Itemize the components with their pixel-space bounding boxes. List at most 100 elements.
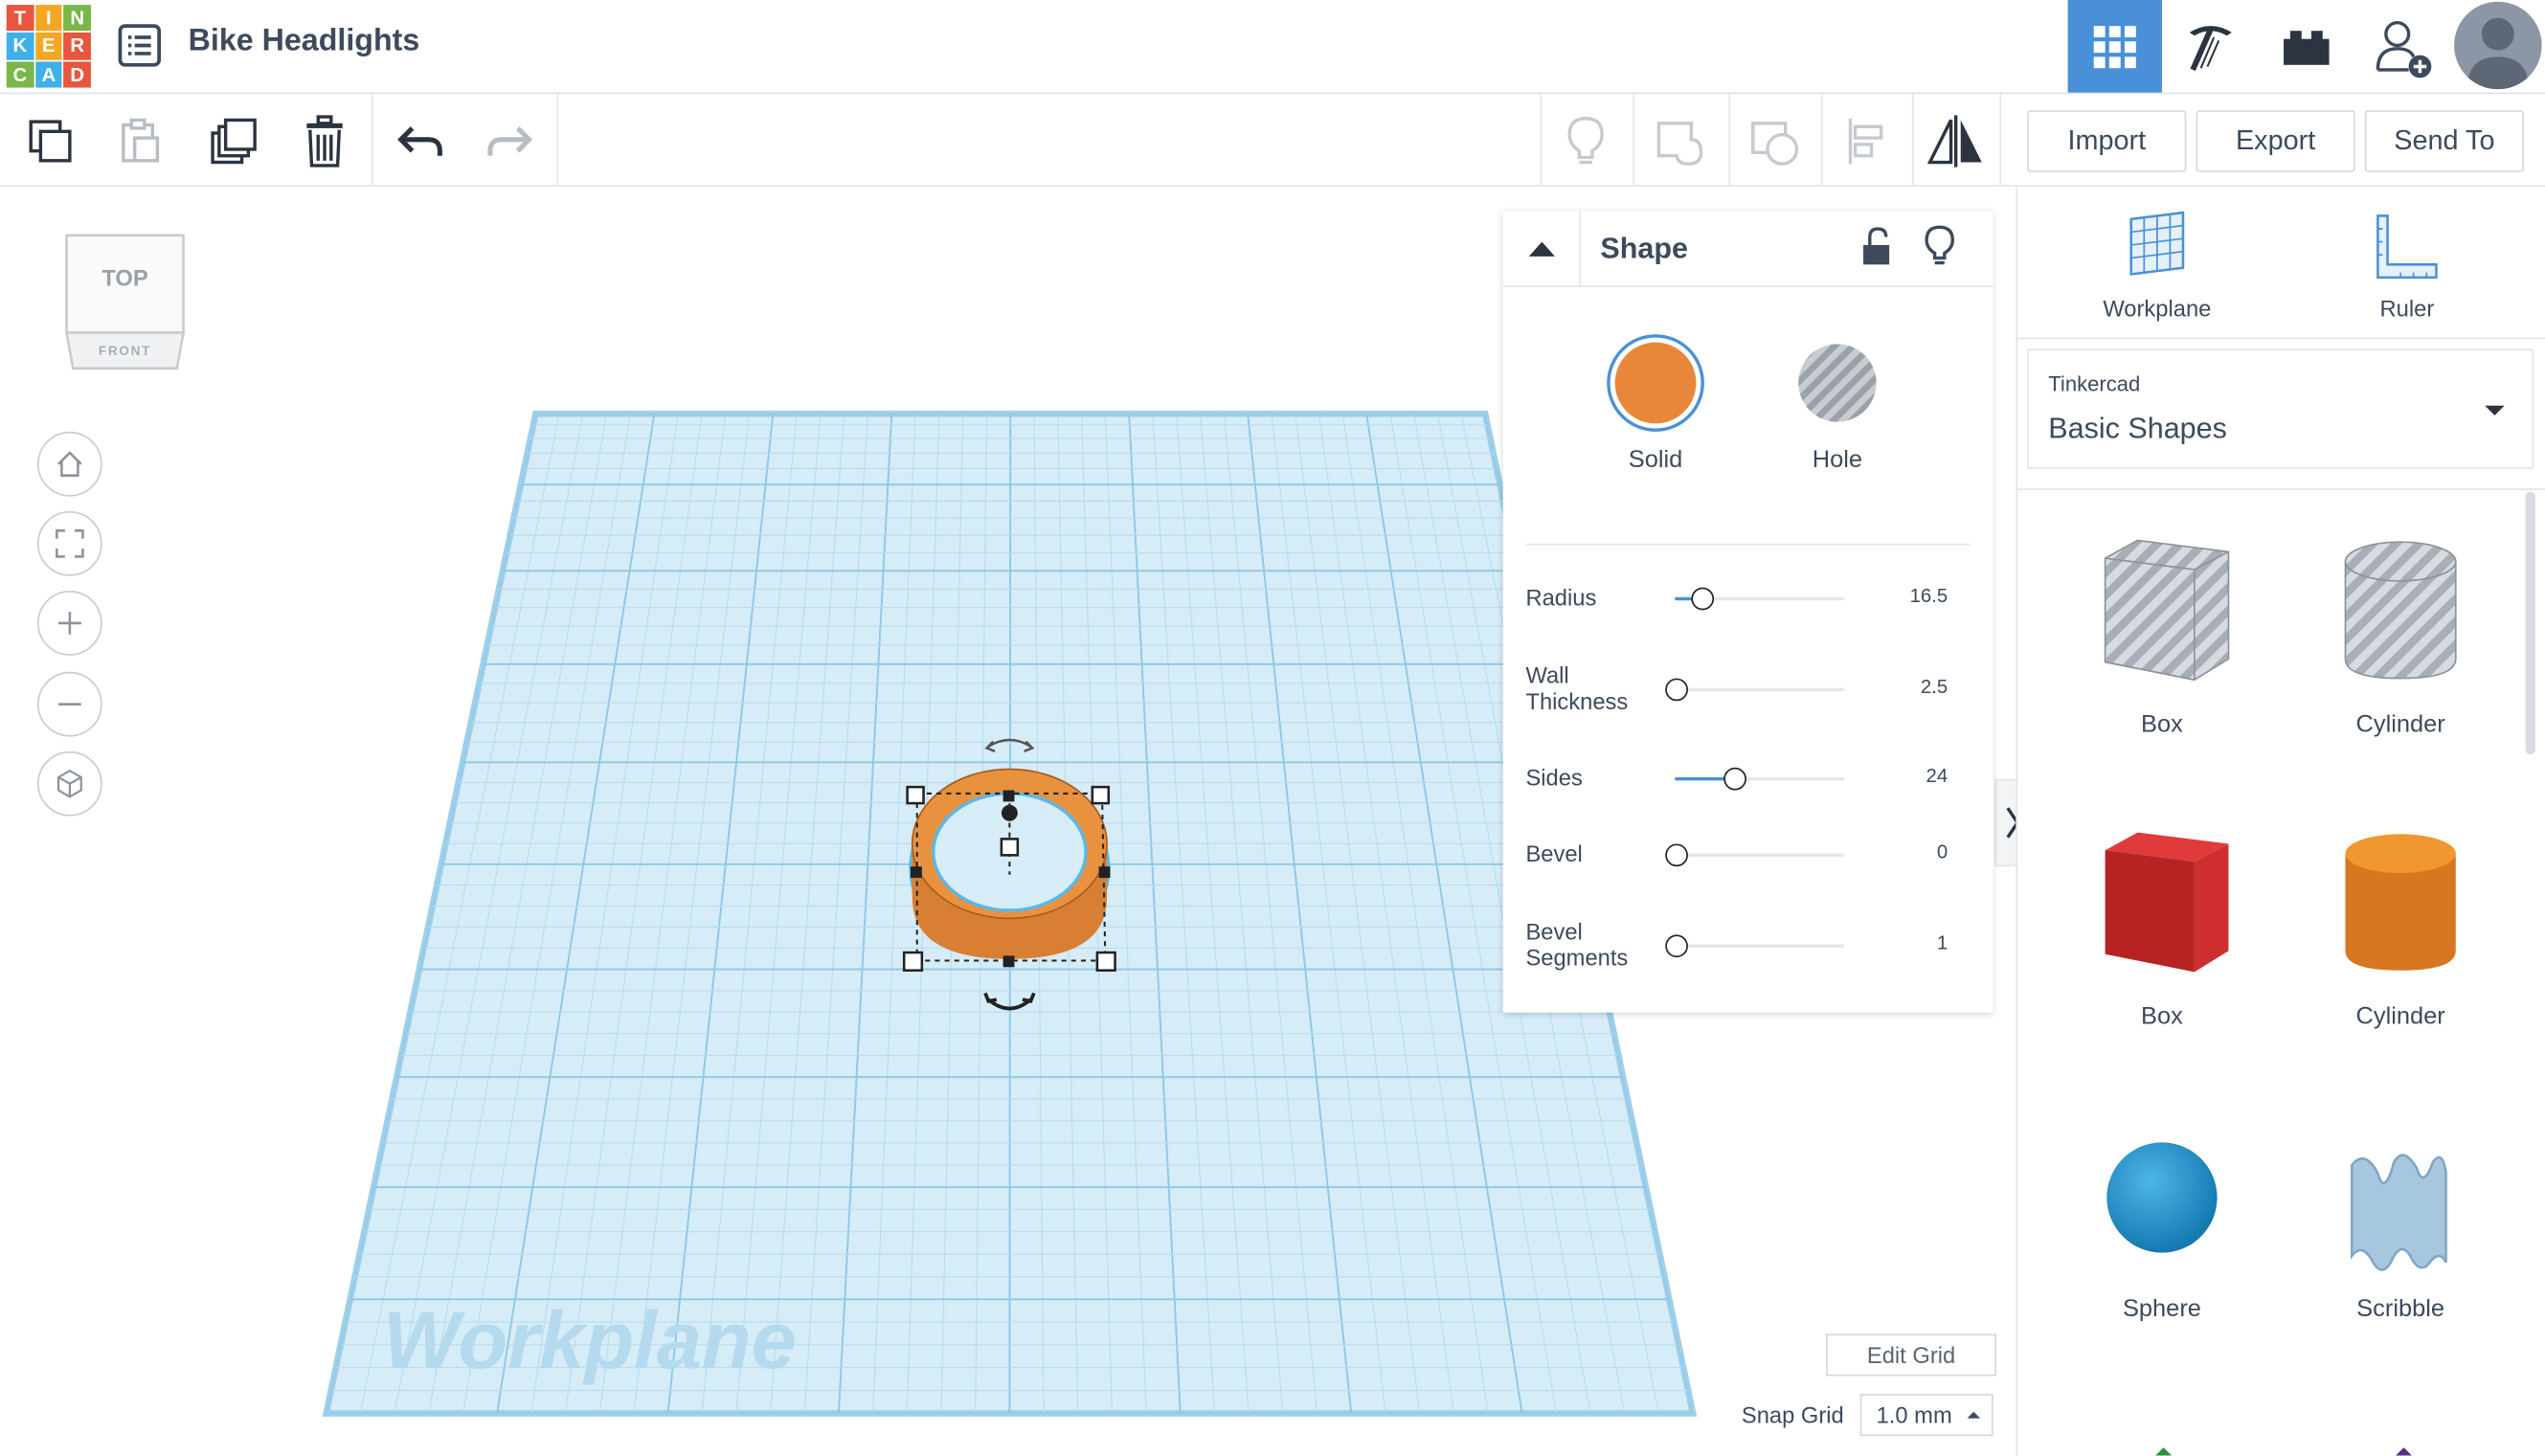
undo-icon (397, 126, 442, 156)
shape-tile-scribble[interactable]: Scribble (2303, 1100, 2497, 1335)
tinkercad-logo[interactable]: TIN KER CAD (6, 5, 91, 88)
3d-design-view-button[interactable] (2067, 0, 2162, 93)
pickaxe-icon (2189, 25, 2232, 71)
cylinder-hole-icon (2344, 541, 2457, 680)
unlock-icon (1863, 227, 1890, 265)
snap-grid-select[interactable]: 1.0 mm (1859, 1394, 1993, 1437)
top-bar: TIN KER CAD Bike Headlights (0, 0, 2545, 95)
view-cube-top-label[interactable]: TOP (60, 264, 191, 290)
caret-down-icon (2485, 405, 2505, 415)
caret-up-icon (1966, 1411, 1980, 1419)
shape-library-select[interactable]: Tinkercad Basic Shapes (2027, 348, 2534, 469)
inspector-header: Shape (1502, 211, 1993, 288)
param-slider-knob[interactable] (1665, 843, 1688, 867)
logo-letter: E (34, 33, 62, 60)
notes-button[interactable] (1553, 109, 1618, 174)
copy-button[interactable] (18, 109, 83, 174)
fit-icon (56, 529, 84, 558)
snap-grid-label: Snap Grid (1741, 1401, 1844, 1428)
bricks-view-button[interactable] (2260, 0, 2354, 93)
view-cube-front-label[interactable]: FRONT (60, 344, 191, 358)
param-slider-knob[interactable] (1665, 678, 1688, 702)
workplane-tool-button[interactable]: Workplane (2060, 206, 2254, 329)
sphere-icon (2106, 1142, 2218, 1253)
param-value[interactable]: 2.5 (1882, 675, 1948, 698)
param-slider-track[interactable] (1675, 853, 1844, 858)
param-value[interactable]: 0 (1882, 840, 1948, 863)
send-to-button[interactable]: Send To (2364, 110, 2524, 172)
copy-icon (29, 120, 72, 163)
shape-tile-box-hole[interactable]: Box (2064, 516, 2259, 751)
param-slider-knob[interactable] (1691, 587, 1715, 611)
solid-button[interactable] (1607, 334, 1704, 432)
project-title[interactable]: Bike Headlights (189, 24, 420, 59)
param-slider-knob[interactable] (1723, 767, 1746, 791)
duplicate-button[interactable] (201, 109, 266, 174)
zoom-in-button[interactable] (36, 591, 102, 656)
shape-tile-partial[interactable] (2388, 1440, 2421, 1456)
param-label: Bevel (1525, 840, 1583, 867)
grid-icon (2093, 25, 2136, 68)
ruler-tool-button[interactable]: Ruler (2309, 206, 2504, 329)
roof-icon (2396, 1447, 2412, 1456)
delete-button[interactable] (292, 109, 357, 174)
invite-user-button[interactable] (2355, 0, 2449, 93)
home-view-button[interactable] (36, 431, 102, 497)
shape-tile-cylinder-hole[interactable]: Cylinder (2303, 516, 2497, 751)
visibility-bulb-button[interactable] (1922, 224, 1957, 278)
panel-divider (2017, 488, 2545, 490)
collapse-inspector-button[interactable] (1503, 211, 1582, 286)
hole-button[interactable] (1791, 338, 1882, 429)
undo-button[interactable] (388, 109, 453, 174)
library-name: Basic Shapes (2048, 412, 2227, 445)
shape-tile-box[interactable]: Box (2064, 808, 2259, 1043)
edit-grid-button[interactable]: Edit Grid (1826, 1333, 1997, 1377)
align-icon (1848, 118, 1883, 165)
shape-tile-sphere[interactable]: Sphere (2064, 1100, 2259, 1335)
param-value[interactable]: 24 (1882, 764, 1948, 787)
view-cube[interactable]: TOP FRONT (60, 229, 191, 378)
blocks-view-button[interactable] (2164, 0, 2258, 93)
toolbar-divider (1820, 94, 1823, 186)
import-button[interactable]: Import (2027, 110, 2187, 172)
mirror-button[interactable] (1924, 109, 1989, 174)
cylinder-icon (2345, 834, 2456, 971)
shape-label: Cylinder (2355, 1002, 2445, 1031)
group-button[interactable] (1648, 109, 1713, 174)
param-slider-track[interactable] (1675, 944, 1844, 948)
minus-icon (58, 703, 81, 706)
logo-letter: K (6, 33, 34, 60)
shape-tile-partial[interactable] (2148, 1440, 2180, 1456)
workplane-tool-label: Workplane (2103, 295, 2212, 322)
hole-swatch-icon (1798, 344, 1877, 422)
solid-label: Solid (1628, 446, 1683, 474)
toolbar-divider (556, 94, 559, 186)
param-slider-knob[interactable] (1665, 934, 1688, 958)
shapes-panel: Workplane Ruler Tinkercad Basic Shapes B… (2016, 186, 2545, 1456)
perspective-button[interactable] (36, 750, 102, 817)
redo-button[interactable] (477, 109, 542, 174)
lightbulb-icon (1567, 117, 1604, 165)
ruler-icon (2376, 214, 2438, 280)
logo-letter: T (6, 5, 34, 32)
zoom-out-button[interactable] (36, 671, 102, 737)
cube-icon (56, 769, 82, 798)
shapes-scrollbar[interactable] (2525, 491, 2535, 755)
align-button[interactable] (1835, 109, 1900, 174)
shape-tile-cylinder[interactable]: Cylinder (2303, 808, 2497, 1043)
param-slider-track[interactable] (1675, 687, 1844, 692)
param-value[interactable]: 1 (1882, 931, 1948, 954)
lock-button[interactable] (1860, 227, 1893, 274)
ungroup-button[interactable] (1742, 109, 1807, 174)
param-label: Wall Thickness (1525, 661, 1629, 714)
user-avatar[interactable] (2454, 1, 2542, 90)
hole-label: Hole (1812, 446, 1863, 474)
edit-toolbar: Import Export Send To (0, 94, 2545, 187)
shape-label: Cylinder (2355, 710, 2445, 739)
param-value[interactable]: 16.5 (1882, 584, 1948, 607)
paste-button[interactable] (107, 109, 172, 174)
export-button[interactable]: Export (2196, 110, 2355, 172)
shape-inspector: Shape Solid Hole Radius 16.5 Wall Thicknes… (1502, 211, 1993, 1013)
fit-view-button[interactable] (36, 510, 102, 576)
design-list-icon[interactable] (117, 23, 162, 68)
